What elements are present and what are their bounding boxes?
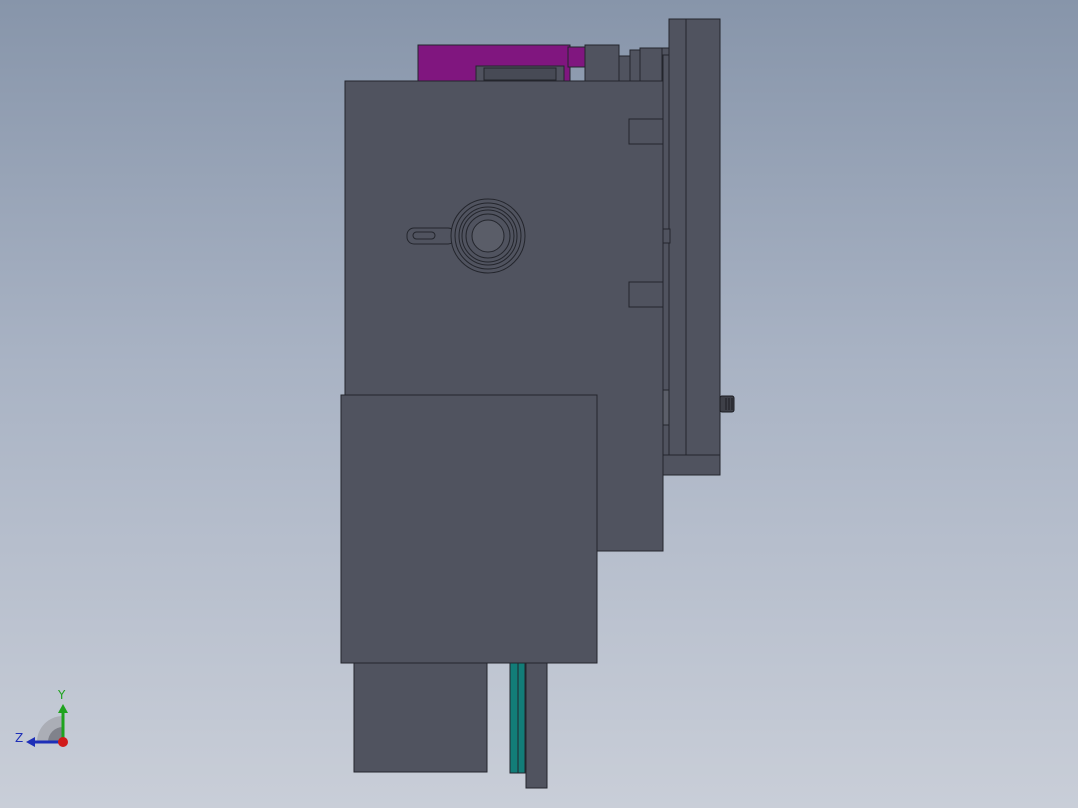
triad-z-label: Z bbox=[15, 731, 24, 745]
lower-housing bbox=[340, 394, 598, 664]
bottom-block bbox=[353, 662, 488, 773]
top-block-1 bbox=[584, 44, 620, 83]
top-block-2 bbox=[618, 55, 632, 83]
top-block-3 bbox=[629, 49, 641, 83]
housing-pocket-bottom bbox=[628, 281, 664, 308]
bottom-rail bbox=[525, 662, 548, 789]
housing-pocket-top bbox=[628, 118, 664, 145]
z-axis-arrow bbox=[26, 737, 35, 747]
side-plate-foot bbox=[662, 454, 721, 476]
side-notch bbox=[662, 389, 670, 426]
side-stud bbox=[719, 395, 735, 413]
clamp-base-slot bbox=[483, 67, 557, 81]
teal-guide-right bbox=[517, 662, 526, 774]
purple-clamp-tip bbox=[567, 46, 587, 68]
x-axis-dot bbox=[58, 737, 68, 747]
cad-model-view[interactable] bbox=[0, 0, 1078, 808]
side-tab bbox=[662, 228, 671, 244]
y-axis-arrow bbox=[58, 704, 68, 713]
top-block-4 bbox=[639, 47, 665, 83]
teal-guide-left bbox=[509, 662, 519, 774]
side-plate-back bbox=[668, 18, 721, 456]
knob-bore bbox=[471, 219, 505, 253]
graphics-viewport[interactable]: Y Z bbox=[0, 0, 1078, 808]
triad-y-label: Y bbox=[58, 688, 66, 702]
knob-lever bbox=[406, 227, 456, 245]
